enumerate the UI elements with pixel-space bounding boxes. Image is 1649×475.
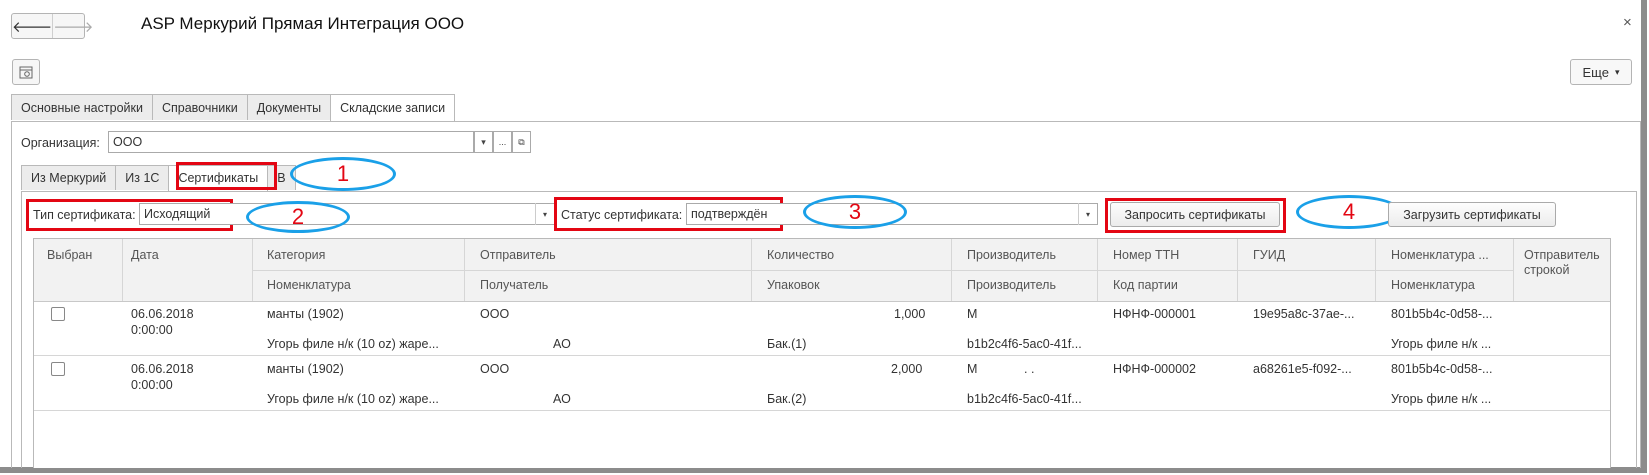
arrow-right-icon: 🡒 — [53, 18, 94, 36]
row-packages: Бак.(1) — [767, 337, 807, 351]
forward-button[interactable]: 🡒 — [52, 14, 93, 38]
row-nomenclature-2: Угорь филе н/к ... — [1391, 392, 1492, 406]
ellipsis-icon: ... — [498, 137, 507, 147]
callout-number-2: 2 — [291, 204, 305, 229]
callout-ellipse-2: 2 — [246, 201, 350, 233]
organization-open-button[interactable]: ⧉ — [512, 131, 531, 153]
row-receiver: АО — [553, 337, 571, 351]
callout-ellipse-1: 1 — [290, 157, 396, 191]
callout-number-1: 1 — [336, 161, 350, 186]
row-producer-guid: b1b2c4f6-5ac0-41f... — [967, 392, 1082, 406]
row-producer: М — [967, 362, 978, 376]
row-divider — [34, 410, 1610, 411]
back-button[interactable]: 🡐 — [12, 14, 52, 38]
tab-directories[interactable]: Справочники — [151, 94, 248, 120]
load-certificates-button[interactable]: Загрузить сертификаты — [1388, 202, 1556, 227]
row-date: 06.06.2018 — [131, 307, 194, 321]
chevron-down-icon: ▾ — [481, 136, 486, 147]
column-header-selected[interactable]: Выбран — [47, 248, 92, 262]
row-time: 0:00:00 — [131, 323, 173, 337]
column-header-nomenclature-2[interactable]: Номенклатура — [1391, 278, 1475, 292]
row-nomenclature: Угорь филе н/к (10 oz) жаре... — [267, 337, 439, 351]
row-time: 0:00:00 — [131, 378, 173, 392]
row-producer-suffix: . . — [1024, 362, 1035, 376]
arrow-left-icon: 🡐 — [12, 18, 53, 36]
row-quantity: 1,000 — [894, 307, 926, 321]
column-header-batch-code[interactable]: Код партии — [1113, 278, 1178, 292]
column-header-category[interactable]: Категория — [267, 248, 325, 262]
window-title: ASP Меркурий Прямая Интеграция ООО — [141, 14, 465, 33]
column-header-date[interactable]: Дата — [131, 248, 159, 262]
row-ttn: НФНФ-000002 — [1113, 362, 1196, 376]
form-settings-button[interactable] — [12, 59, 40, 85]
row-guid: 19e95a8c-37ae-... — [1253, 307, 1355, 321]
column-header-sender-string[interactable]: Отправитель строкой — [1524, 248, 1608, 278]
row-sender: ООО — [480, 307, 510, 321]
row-nomenclature-2: Угорь филе н/к ... — [1391, 337, 1492, 351]
row-date: 06.06.2018 — [131, 362, 194, 376]
row-receiver: АО — [553, 392, 571, 406]
tab-documents[interactable]: Документы — [246, 94, 332, 120]
column-header-ttn[interactable]: Номер ТТН — [1113, 248, 1179, 262]
chevron-down-icon[interactable]: ▾ — [1078, 203, 1097, 225]
callout-number-3: 3 — [848, 199, 862, 224]
row-category: манты (1902) — [267, 362, 344, 376]
chevron-down-icon: ▾ — [1614, 66, 1620, 77]
row-ttn: НФНФ-000001 — [1113, 307, 1196, 321]
organization-value: ООО — [113, 135, 143, 149]
row-producer: М — [967, 307, 978, 321]
row-select-checkbox[interactable] — [51, 362, 65, 376]
row-category: манты (1902) — [267, 307, 344, 321]
callout-number-4: 4 — [1342, 199, 1356, 224]
column-header-sender[interactable]: Отправитель — [480, 248, 556, 262]
header-row-divider — [252, 270, 1513, 271]
organization-select-button[interactable]: ... — [493, 131, 512, 153]
column-header-quantity[interactable]: Количество — [767, 248, 834, 262]
row-packages: Бак.(2) — [767, 392, 807, 406]
row-sender: ООО — [480, 362, 510, 376]
tab-from-1c[interactable]: Из 1С — [115, 165, 170, 190]
tab-from-mercury[interactable]: Из Меркурий — [21, 165, 117, 190]
column-header-producer[interactable]: Производитель — [967, 248, 1056, 262]
tab-warehouse-records[interactable]: Складские записи — [330, 94, 456, 122]
row-guid: a68261e5-f092-... — [1253, 362, 1352, 376]
navigation-buttons: 🡐 🡒 — [11, 13, 93, 39]
highlight-box-1 — [176, 162, 277, 190]
tab-main-settings[interactable]: Основные настройки — [11, 94, 153, 120]
callout-ellipse-3: 3 — [803, 195, 907, 229]
row-nomenclature-guid: 801b5b4c-0d58-... — [1391, 362, 1493, 376]
callout-ellipse-4: 4 — [1296, 195, 1402, 229]
chevron-down-icon[interactable]: ▾ — [535, 203, 554, 225]
column-divider — [1513, 239, 1514, 301]
row-nomenclature: Угорь филе н/к (10 oz) жаре... — [267, 392, 439, 406]
certificates-table: Выбран Дата Категория Отправитель Количе… — [33, 238, 1611, 468]
certificate-status-label: Статус сертификата: — [561, 208, 683, 222]
column-header-nomenclature[interactable]: Номенклатура — [267, 278, 351, 292]
column-header-packages[interactable]: Упаковок — [767, 278, 820, 292]
row-select-checkbox[interactable] — [51, 307, 65, 321]
settings-icon — [19, 66, 33, 79]
organization-label: Организация: — [21, 136, 100, 150]
open-icon: ⧉ — [518, 136, 525, 147]
request-certificates-button[interactable]: Запросить сертификаты — [1110, 202, 1280, 227]
column-header-receiver[interactable]: Получатель — [480, 278, 548, 292]
column-header-nomenclature-guid[interactable]: Номенклатура ... — [1391, 248, 1489, 262]
organization-dropdown-button[interactable]: ▾ — [474, 131, 493, 153]
certificate-type-label: Тип сертификата: — [33, 208, 136, 222]
row-divider — [34, 355, 1610, 356]
row-producer-guid: b1b2c4f6-5ac0-41f... — [967, 337, 1082, 351]
close-icon[interactable]: × — [1623, 14, 1632, 31]
more-button[interactable]: Еще ▾ — [1570, 59, 1632, 85]
column-header-guid[interactable]: ГУИД — [1253, 248, 1285, 262]
more-label: Еще — [1582, 64, 1609, 80]
column-header-producer-2[interactable]: Производитель — [967, 278, 1056, 292]
main-tabs: Основные настройки Справочники Документы… — [11, 94, 456, 122]
row-nomenclature-guid: 801b5b4c-0d58-... — [1391, 307, 1493, 321]
column-divider — [122, 239, 123, 301]
organization-field[interactable]: ООО — [108, 131, 474, 153]
row-quantity: 2,000 — [891, 362, 923, 376]
